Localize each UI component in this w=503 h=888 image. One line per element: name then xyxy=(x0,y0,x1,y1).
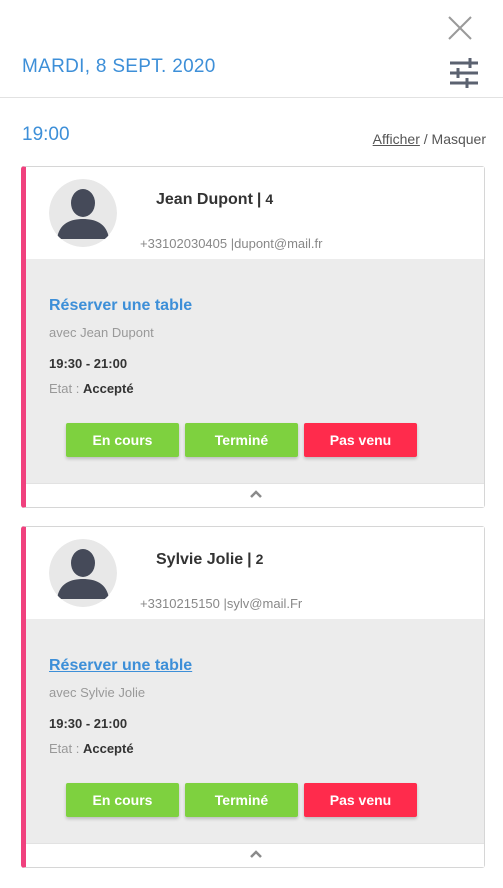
state-label: Etat : xyxy=(49,381,83,396)
guest-contact: +3310215150 |sylv@mail.Fr xyxy=(140,596,302,611)
page-title-date: MARDI, 8 SEPT. 2020 xyxy=(22,56,216,77)
guest-email: dupont@mail.fr xyxy=(234,236,323,251)
reservation-title-link[interactable]: Réserver une table xyxy=(49,657,192,675)
in-progress-button[interactable]: En cours xyxy=(66,783,179,817)
reservation-state: Etat : Accepté xyxy=(49,741,134,756)
reservation-time-range: 19:30 - 21:00 xyxy=(49,356,128,371)
close-icon[interactable] xyxy=(446,14,474,42)
collapse-toggle[interactable] xyxy=(26,483,484,507)
toggle-separator: / xyxy=(419,131,432,147)
timeslot-time: 19:00 xyxy=(22,124,70,145)
no-show-button[interactable]: Pas venu xyxy=(304,783,417,817)
reservation-state: Etat : Accepté xyxy=(49,381,134,396)
avatar xyxy=(49,539,117,607)
guest-count: 2 xyxy=(255,551,264,567)
in-progress-button[interactable]: En cours xyxy=(66,423,179,457)
card-header: Sylvie Jolie | 2 +3310215150 |sylv@mail.Fr xyxy=(26,527,484,619)
collapse-toggle[interactable] xyxy=(26,843,484,867)
show-link[interactable]: Afficher xyxy=(373,131,420,147)
done-button[interactable]: Terminé xyxy=(185,783,298,817)
reservation-with: avec Jean Dupont xyxy=(49,325,154,340)
card-header: Jean Dupont | 4 +33102030405 |dupont@mail.… xyxy=(26,167,484,259)
name-separator: | xyxy=(247,551,252,568)
card-body: Réserver une table avec Sylvie Jolie 19:… xyxy=(26,619,484,843)
header: MARDI, 8 SEPT. 2020 xyxy=(0,0,503,98)
guest-name-text: Jean Dupont xyxy=(156,191,253,208)
chevron-up-icon xyxy=(250,490,262,498)
reservation-card: Sylvie Jolie | 2 +3310215150 |sylv@mail.Fr… xyxy=(21,526,485,868)
avatar xyxy=(49,179,117,247)
timeslot-row: 19:00 Afficher / Masquer xyxy=(0,98,503,166)
card-body: Réserver une table avec Jean Dupont 19:3… xyxy=(26,259,484,483)
show-hide-toggle: Afficher / Masquer xyxy=(373,131,486,147)
filter-settings-icon[interactable] xyxy=(448,58,480,88)
done-button[interactable]: Terminé xyxy=(185,423,298,457)
reservation-time-range: 19:30 - 21:00 xyxy=(49,716,128,731)
guest-phone: +3310215150 xyxy=(140,596,220,611)
guest-email: sylv@mail.Fr xyxy=(226,596,303,611)
guest-name-text: Sylvie Jolie xyxy=(156,551,244,568)
reservation-with: avec Sylvie Jolie xyxy=(49,685,146,700)
chevron-up-icon xyxy=(250,850,262,858)
name-separator: | xyxy=(256,191,262,208)
guest-count: 4 xyxy=(265,191,274,207)
reservation-card: Jean Dupont | 4 +33102030405 |dupont@mail.… xyxy=(21,166,485,508)
reservation-title-link[interactable]: Réserver une table xyxy=(49,297,192,315)
guest-contact: +33102030405 |dupont@mail.fr xyxy=(140,236,323,251)
state-value: Accepté xyxy=(82,381,134,396)
hide-link[interactable]: Masquer xyxy=(432,131,486,147)
guest-name: Sylvie Jolie | 2 xyxy=(156,551,263,569)
state-label: Etat : xyxy=(49,741,83,756)
no-show-button[interactable]: Pas venu xyxy=(304,423,417,457)
state-value: Accepté xyxy=(82,741,134,756)
guest-phone: +33102030405 xyxy=(140,236,228,251)
guest-name: Jean Dupont | 4 xyxy=(156,191,273,209)
